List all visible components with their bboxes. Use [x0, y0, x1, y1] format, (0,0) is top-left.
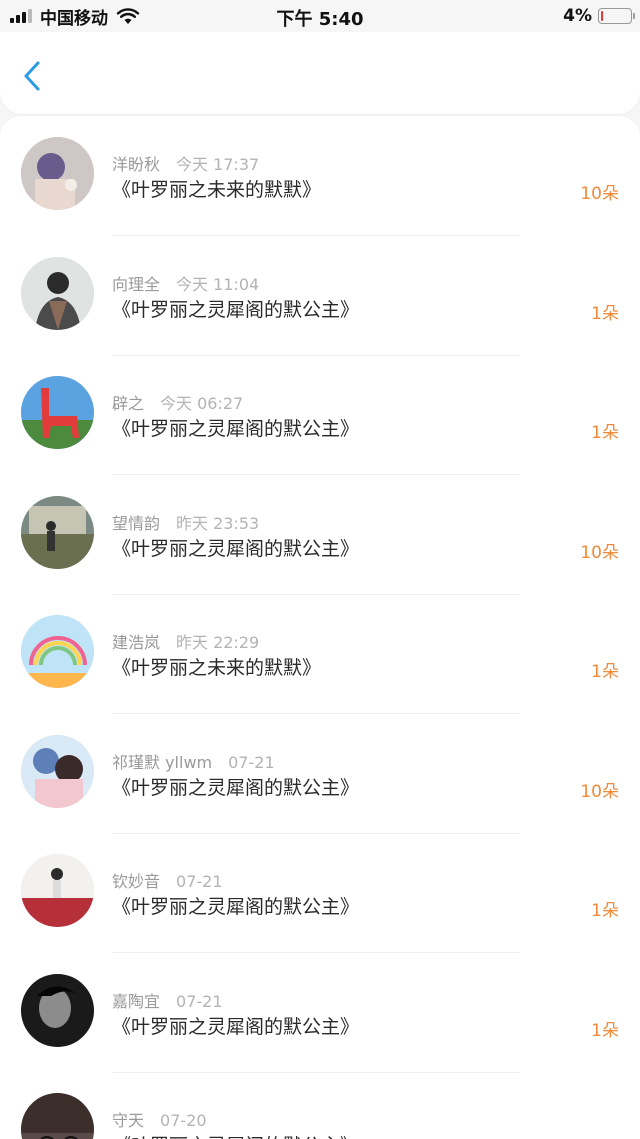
avatar[interactable] [21, 1093, 94, 1139]
avatar[interactable] [21, 376, 94, 449]
sent-time: 今天 06:27 [160, 394, 244, 413]
sender-line: 洋盼秋 今天 17:37 [112, 151, 259, 175]
sent-time: 07-21 [176, 991, 223, 1011]
list-item[interactable]: 祁瑾默 yllwm 07-21 《叶罗丽之灵犀阁的默公主》 10朵 [0, 715, 640, 834]
flower-count: 1朵 [591, 662, 619, 682]
book-title[interactable]: 《叶罗丽之灵犀阁的默公主》 [112, 534, 359, 561]
sender-name[interactable]: 钦妙音 [112, 872, 160, 891]
list-item[interactable]: 向理全 今天 11:04 《叶罗丽之灵犀阁的默公主》 1朵 [0, 237, 640, 356]
book-title[interactable]: 《叶罗丽之灵犀阁的默公主》 [112, 414, 359, 441]
sender-name[interactable]: 守天 [112, 1111, 144, 1130]
avatar[interactable] [21, 615, 94, 688]
battery-icon [598, 8, 635, 24]
sent-time: 今天 11:04 [176, 274, 260, 294]
flower-count: 10朵 [580, 1135, 619, 1139]
sent-time: 07-21 [228, 752, 275, 772]
list-item[interactable]: 辟之 今天 06:27 《叶罗丽之灵犀阁的默公主》 1朵 [0, 356, 640, 475]
sender-name[interactable]: 嘉陶宜 [112, 992, 160, 1011]
sender-name[interactable]: 辟之 [112, 394, 144, 413]
flower-count: 10朵 [580, 184, 619, 204]
sent-time: 昨天 22:29 [176, 633, 260, 652]
flower-count: 1朵 [591, 423, 619, 443]
status-bar: 中国移动 下午 5:40 4% [0, 0, 640, 32]
sender-name[interactable]: 向理全 [112, 275, 160, 294]
sender-line: 望情韵 昨天 23:53 [112, 510, 259, 534]
book-title[interactable]: 《叶罗丽之灵犀阁的默公主》 [112, 773, 359, 800]
sent-time: 07-21 [176, 872, 223, 891]
flower-count: 10朵 [580, 781, 619, 802]
sent-time: 昨天 23:53 [176, 513, 260, 533]
sender-name[interactable]: 望情韵 [112, 514, 160, 533]
chevron-left-icon[interactable] [18, 58, 50, 94]
status-time: 下午 5:40 [276, 9, 364, 30]
book-title[interactable]: 《叶罗丽之未来的默默》 [112, 653, 321, 680]
sent-time: 07-20 [160, 1111, 207, 1130]
sender-line: 钦妙音 07-21 [112, 868, 223, 892]
book-title[interactable]: 《叶罗丽之未来的默默》 [112, 175, 321, 202]
list-item[interactable]: 嘉陶宜 07-21 《叶罗丽之灵犀阁的默公主》 1朵 [0, 954, 640, 1073]
sent-time: 今天 17:37 [176, 155, 260, 174]
book-title[interactable]: 《叶罗丽之灵犀阁的默公主》 [112, 1131, 359, 1139]
flower-count: 1朵 [591, 1020, 619, 1041]
sender-name[interactable]: 洋盼秋 [112, 155, 160, 174]
sender-line: 辟之 今天 06:27 [112, 390, 243, 414]
avatar[interactable] [21, 973, 94, 1047]
list-item[interactable]: 守天 07-20《叶罗丽之灵犀阁的默公主》 10朵 [0, 1073, 640, 1139]
flower-count: 1朵 [591, 303, 619, 324]
list-item[interactable]: 钦妙音 07-21 《叶罗丽之灵犀阁的默公主》 1朵 [0, 834, 640, 953]
avatar[interactable] [21, 734, 94, 808]
list-item[interactable]: 建浩岚 昨天 22:29 《叶罗丽之未来的默默》 1朵 [0, 595, 640, 714]
sender-name[interactable]: 祁瑾默 yllwm [112, 753, 212, 772]
flower-count: 10朵 [580, 542, 619, 563]
flower-count: 1朵 [591, 901, 619, 921]
sender-line: 建浩岚 昨天 22:29 [112, 629, 259, 653]
sender-line: 向理全 今天 11:04 [112, 271, 259, 295]
book-title[interactable]: 《叶罗丽之灵犀阁的默公主》 [112, 1012, 359, 1039]
sender-line: 嘉陶宜 07-21 [112, 988, 223, 1012]
sender-name[interactable]: 建浩岚 [112, 633, 160, 652]
avatar[interactable] [21, 137, 94, 210]
battery-percent: 4% [563, 6, 592, 26]
avatar[interactable] [21, 256, 94, 330]
book-title[interactable]: 《叶罗丽之灵犀阁的默公主》 [112, 892, 359, 919]
avatar[interactable] [21, 495, 94, 569]
sender-line: 守天 07-20 [112, 1107, 207, 1131]
list-item[interactable]: 望情韵 昨天 23:53 《叶罗丽之灵犀阁的默公主》 10朵 [0, 476, 640, 595]
gift-list: 洋盼秋 今天 17:37 《叶罗丽之未来的默默》 10朵 向理全 今天 11:04 《叶罗丽… [0, 116, 640, 1139]
sender-line: 祁瑾默 yllwm 07-21 [112, 749, 275, 773]
book-title[interactable]: 《叶罗丽之灵犀阁的默公主》 [112, 295, 359, 322]
list-item[interactable]: 洋盼秋 今天 17:37 《叶罗丽之未来的默默》 10朵 [0, 117, 640, 236]
nav-bar [0, 32, 640, 114]
status-right: 4% [563, 6, 635, 26]
avatar[interactable] [21, 854, 94, 927]
